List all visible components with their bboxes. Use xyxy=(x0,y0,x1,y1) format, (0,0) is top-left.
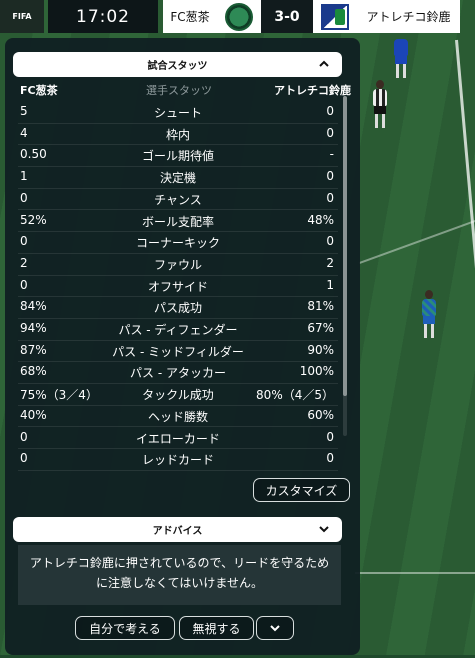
stat-name: レッドカード xyxy=(141,453,214,468)
away-crest-icon xyxy=(321,3,349,30)
away-team-name: アトレチコ鈴鹿 xyxy=(357,0,460,33)
stat-name: ヘッド勝数 xyxy=(147,409,208,424)
stat-away-value: 0 xyxy=(326,169,334,184)
stat-row: 40% ヘッド勝数 60% xyxy=(18,405,338,428)
match-clock: 17:02 xyxy=(48,0,158,33)
chevron-up-icon xyxy=(319,60,329,67)
stat-name: パス - ミッドフィルダー xyxy=(112,344,244,359)
ignore-button[interactable]: 無視する xyxy=(179,616,254,640)
home-crest-icon xyxy=(225,2,253,31)
player-white-striped xyxy=(371,80,389,128)
stat-away-value: 60% xyxy=(307,407,334,422)
player-home xyxy=(420,290,438,338)
stat-row: 1 決定機 0 xyxy=(18,166,338,189)
stat-row: 2 ファウル 2 xyxy=(18,253,338,276)
stat-away-value: 81% xyxy=(307,299,334,314)
stat-name: パス成功 xyxy=(153,301,202,316)
match-score: 3-0 xyxy=(261,0,313,33)
stat-name: オフサイド xyxy=(147,279,208,294)
pitch-center-line xyxy=(358,217,475,265)
home-team-crest xyxy=(217,0,261,33)
stat-name: ボール支配率 xyxy=(141,214,214,229)
stat-row: 94% パス - ディフェンダー 67% xyxy=(18,318,338,341)
advice-message: アトレチコ鈴鹿に押されているので、リードを守るために注意しなくてはいけません。 xyxy=(29,556,330,590)
stat-away-value: 0 xyxy=(326,234,334,249)
stat-row: 0 チャンス 0 xyxy=(18,188,338,211)
chevron-down-icon xyxy=(270,625,280,632)
stat-row: 87% パス - ミッドフィルダー 90% xyxy=(18,340,338,363)
advice-more-button[interactable] xyxy=(256,616,294,640)
pitch-touchline xyxy=(455,39,475,658)
stat-name: ゴール期待値 xyxy=(141,149,214,164)
stat-away-value: 0 xyxy=(326,429,334,444)
stat-row: 0 オフサイド 1 xyxy=(18,275,338,298)
stat-name: チャンス xyxy=(154,192,202,207)
stat-name: イエローカード xyxy=(136,431,220,446)
player-away-1 xyxy=(392,30,410,78)
stat-away-value: 2 xyxy=(326,255,334,270)
scoreboard: FIFA 17:02 FC葱茶 3-0 アトレチコ鈴鹿 xyxy=(0,0,475,36)
fifa-logo: FIFA xyxy=(0,0,44,33)
stat-away-value: 48% xyxy=(307,212,334,227)
think-yourself-button[interactable]: 自分で考える xyxy=(75,616,175,640)
advice-message-box: アトレチコ鈴鹿に押されているので、リードを守るために注意しなくてはいけません。 xyxy=(18,545,341,605)
home-column-header: FC葱茶 xyxy=(20,84,58,97)
stat-away-value: 0 xyxy=(326,190,334,205)
home-team-name: FC葱茶 xyxy=(163,0,217,33)
stat-away-value: 80%（4／5） xyxy=(256,388,334,403)
stats-header-button[interactable]: 試合スタッツ xyxy=(13,52,342,77)
advice-header-label: アドバイス xyxy=(152,526,203,537)
stat-name: シュート xyxy=(153,106,202,120)
stat-away-value: 0 xyxy=(326,104,334,118)
stat-away-value: 100% xyxy=(299,364,334,379)
advice-header-button[interactable]: アドバイス xyxy=(13,517,342,542)
stat-row: 84% パス成功 81% xyxy=(18,296,338,319)
stat-row: 4 枠内 0 xyxy=(18,123,338,146)
away-team-crest xyxy=(313,0,357,33)
stat-name: コーナーキック xyxy=(135,236,220,251)
stat-name: ファウル xyxy=(153,257,202,272)
stat-away-value: 0 xyxy=(326,451,334,466)
stat-name: 枠内 xyxy=(165,127,190,142)
stat-row: 52% ボール支配率 48% xyxy=(18,210,338,233)
stat-away-value: 67% xyxy=(307,321,334,335)
stats-header-label: 試合スタッツ xyxy=(147,61,208,72)
stats-scroll-thumb[interactable] xyxy=(343,96,347,396)
stat-away-value: - xyxy=(329,147,334,162)
player-stats-tab[interactable]: 選手スタッツ xyxy=(146,82,212,98)
stat-away-value: 90% xyxy=(307,342,334,357)
stat-row: 5 シュート 0 xyxy=(18,101,338,124)
stat-row: 0 イエローカード 0 xyxy=(18,427,338,450)
stat-row: 68% パス - アタッカー 100% xyxy=(18,361,338,385)
stats-scrollbar[interactable] xyxy=(343,96,347,436)
chevron-down-icon xyxy=(319,526,329,533)
stat-away-value: 1 xyxy=(326,277,334,292)
stat-name: 決定機 xyxy=(159,171,196,186)
stat-name: パス - ディフェンダー xyxy=(118,323,238,337)
away-column-header: アトレチコ鈴鹿 xyxy=(274,84,351,97)
stat-row: 75%（3／4） タックル成功 80%（4／5） xyxy=(18,383,338,406)
customize-button[interactable]: カスタマイズ xyxy=(253,478,350,502)
pitch-bottom-line xyxy=(355,572,475,574)
stat-name: パス - アタッカー xyxy=(130,366,226,381)
stat-row: 0 コーナーキック 0 xyxy=(18,231,338,254)
stat-row: 0.50 ゴール期待値 - xyxy=(18,144,338,168)
stat-away-value: 0 xyxy=(326,125,334,140)
stat-row: 0 レッドカード 0 xyxy=(18,448,338,471)
